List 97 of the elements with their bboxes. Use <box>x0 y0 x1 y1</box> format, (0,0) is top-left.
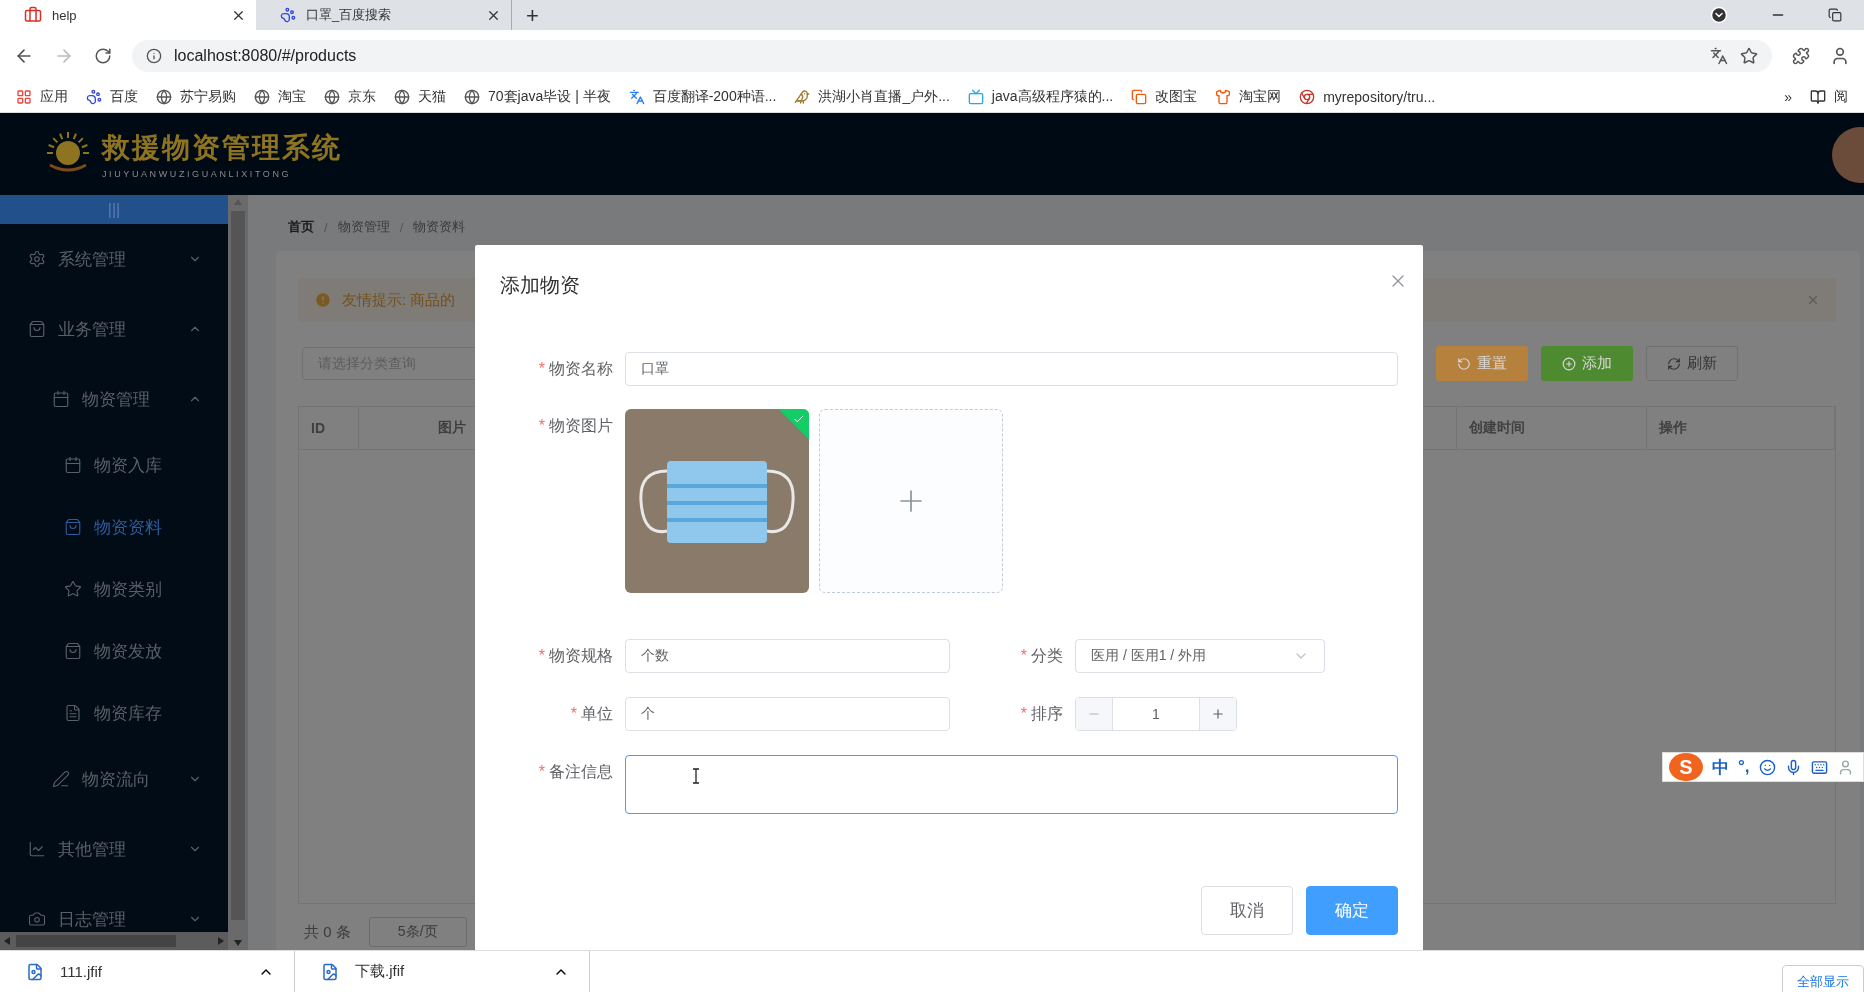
remark-textarea[interactable] <box>625 755 1398 814</box>
paw-icon <box>86 88 102 105</box>
bookmark-link[interactable]: 百度 <box>110 87 138 106</box>
dialog-title: 添加物资 <box>500 272 580 298</box>
breadcrumb-separator: / <box>324 219 328 235</box>
bookmark-link[interactable]: java高级程序猿的... <box>991 87 1114 106</box>
bookmark-link[interactable]: 天猫 <box>418 87 446 106</box>
grid-icon <box>16 88 32 105</box>
calendar-icon <box>52 390 70 408</box>
category-select[interactable]: 医用 / 医用1 / 外用 <box>1075 639 1325 673</box>
scroll-down-icon <box>234 940 242 946</box>
pen-icon <box>52 770 70 788</box>
extensions-icon[interactable] <box>1792 46 1810 65</box>
bookmark-link[interactable]: 淘宝网 <box>1239 87 1282 106</box>
dialog-button[interactable]: 取消 <box>1201 886 1293 935</box>
field-label: * 单位 <box>569 704 614 724</box>
app-subtitle: JIUYUANWUZIGUANLIXITONG <box>102 169 293 179</box>
scrollbar-thumb[interactable] <box>16 935 176 947</box>
field-label: * 物资规格 <box>537 646 614 666</box>
briefcase-icon <box>24 6 42 24</box>
bookmark-link[interactable]: 洪湖小肖直播_户外... <box>818 87 950 106</box>
restore-icon[interactable] <box>1828 8 1842 22</box>
globe-icon <box>156 88 172 105</box>
file-icon <box>321 962 339 981</box>
app-title: 救援物资管理系统 <box>102 130 342 166</box>
translate-icon <box>628 88 645 105</box>
field-label: * 分类 <box>1019 646 1064 666</box>
bookmark-link[interactable]: 70套java毕设 | 半夜 <box>488 87 611 106</box>
plus-circle-icon <box>1562 356 1576 371</box>
text-cursor-icon <box>692 768 700 784</box>
dropdown-icon[interactable] <box>1710 6 1728 24</box>
squares-icon <box>1131 88 1148 105</box>
toolbar-button[interactable]: 刷新 <box>1646 346 1738 381</box>
bookmark-link[interactable]: 淘宝 <box>278 87 306 106</box>
star-icon[interactable] <box>1740 46 1758 65</box>
alert-text: 友情提示: 商品的 <box>342 290 456 310</box>
show-all-button[interactable]: 全部显示 <box>1782 964 1864 992</box>
bird-icon <box>794 88 811 105</box>
ime-mode-button[interactable]: 中 <box>1712 755 1729 779</box>
spec-input[interactable]: 个数 <box>625 639 950 673</box>
globe-icon <box>254 88 270 105</box>
field-label: * 备注信息 <box>537 762 614 782</box>
bookmark-link[interactable]: 应用 <box>40 87 68 106</box>
bookmark-link[interactable]: 百度翻译-200种语... <box>652 87 777 106</box>
gear-icon <box>28 250 46 268</box>
download-item[interactable]: 下载.jfif <box>295 950 590 992</box>
shirt-icon <box>1215 88 1232 105</box>
bookmark-link[interactable]: 苏宁易购 <box>180 87 236 106</box>
column-header: 创建时间 <box>1457 407 1647 449</box>
browser-tab[interactable]: help <box>0 0 256 30</box>
calendar-icon <box>64 456 82 474</box>
scroll-right-icon <box>218 937 224 945</box>
star-icon <box>64 580 82 598</box>
download-item[interactable]: 111.jfif <box>0 950 295 992</box>
reading-list-link[interactable]: 阅 <box>1834 87 1848 106</box>
globe-icon <box>464 88 480 105</box>
globe-icon <box>324 88 340 105</box>
breadcrumb-link[interactable]: 首页 <box>288 218 314 236</box>
browser-tab[interactable]: 口罩_百度搜索 <box>256 0 512 30</box>
bookmark-link[interactable]: myrepository/tru... <box>1323 88 1436 105</box>
address-bar[interactable]: localhost:8080/#/products <box>132 39 1772 72</box>
chart-icon <box>28 840 46 858</box>
breadcrumb-separator: / <box>399 219 404 235</box>
globe-icon <box>394 88 410 105</box>
reading-list-icon <box>1810 88 1826 105</box>
scroll-left-icon <box>4 937 10 945</box>
refresh-icon <box>1667 356 1681 371</box>
column-header: ID <box>299 407 359 449</box>
keyboard-icon[interactable] <box>1810 758 1828 776</box>
camera-icon <box>28 910 46 928</box>
bookmark-link[interactable]: 改图宝 <box>1155 87 1198 106</box>
info-icon <box>146 47 162 64</box>
column-header: 操作 <box>1647 407 1835 449</box>
unit-input[interactable]: 个 <box>625 697 950 731</box>
more-bookmarks-button[interactable]: » <box>1784 88 1792 105</box>
circle-logo-icon <box>1299 88 1316 105</box>
tv-icon <box>967 88 984 105</box>
ime-logo: S <box>1669 753 1703 781</box>
warning-icon <box>314 291 332 309</box>
file-icon <box>26 962 44 981</box>
plus-icon <box>1211 707 1225 721</box>
total-count: 共 0 条 <box>304 922 351 942</box>
translate-icon[interactable] <box>1710 46 1728 65</box>
bag-icon <box>28 320 46 338</box>
paw-icon <box>280 7 296 23</box>
bag-icon <box>64 518 82 536</box>
name-input[interactable]: 口罩 <box>625 352 1398 386</box>
reload-icon[interactable] <box>94 46 112 65</box>
bag-icon <box>64 642 82 660</box>
new-tab-button[interactable]: + <box>526 2 539 30</box>
bookmark-link[interactable]: 京东 <box>348 87 376 106</box>
profile-icon[interactable] <box>1830 45 1850 66</box>
ime-punctuation-button[interactable]: °, <box>1738 757 1750 777</box>
document-icon <box>64 704 82 722</box>
emoji-icon[interactable] <box>1758 758 1776 776</box>
field-label: * 排序 <box>1019 704 1064 724</box>
reset-icon <box>1457 356 1471 371</box>
